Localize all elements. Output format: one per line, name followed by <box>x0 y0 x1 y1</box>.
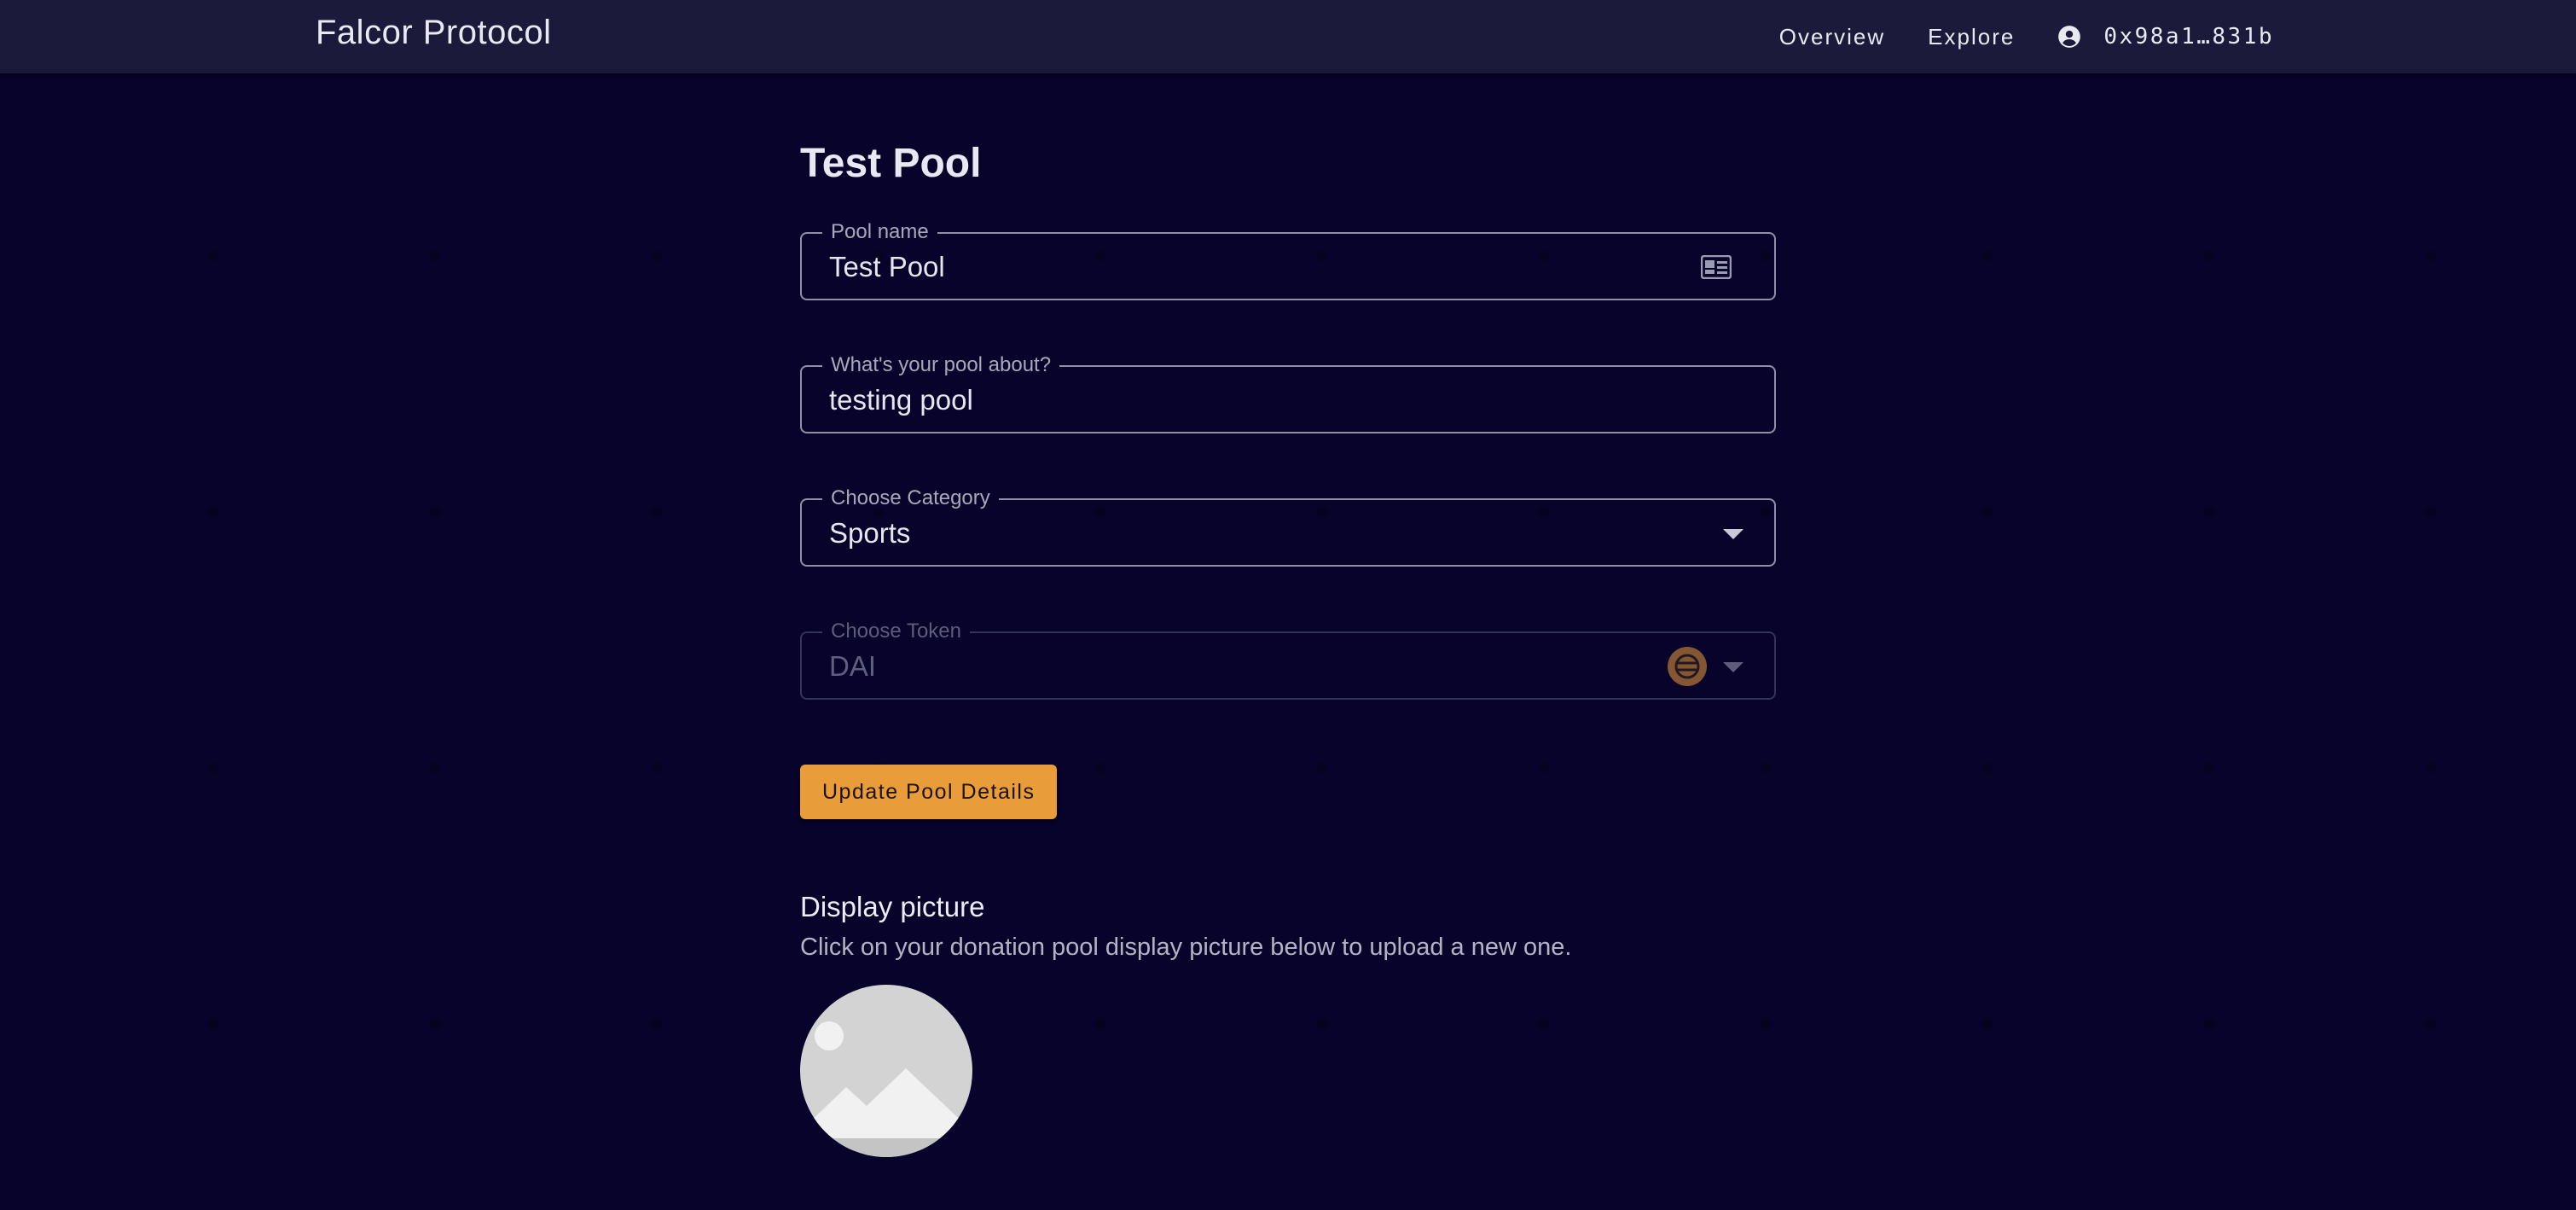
pool-name-field[interactable]: Pool name Test Pool <box>800 221 1776 300</box>
pool-name-label: Pool name <box>822 221 937 243</box>
category-select[interactable]: Choose Category Sports <box>800 487 1776 567</box>
display-picture-heading: Display picture <box>800 891 985 922</box>
account-button[interactable]: 0x98a1…831b <box>2057 24 2274 49</box>
pool-about-label: What's your pool about? <box>822 354 1060 376</box>
page-title: Test Pool <box>800 141 982 186</box>
nav-overview[interactable]: Overview <box>1779 24 1885 50</box>
chevron-down-icon <box>1723 662 1743 672</box>
background-pattern <box>0 0 2576 1210</box>
category-label: Choose Category <box>822 487 999 509</box>
token-label: Choose Token <box>822 620 970 643</box>
account-circle-icon <box>2058 26 2081 48</box>
top-nav: Overview Explore 0x98a1…831b <box>1779 0 2274 73</box>
token-select: Choose Token DAI <box>800 620 1776 700</box>
pool-name-input[interactable]: Test Pool <box>829 251 945 283</box>
update-pool-button[interactable]: Update Pool Details <box>800 765 1058 819</box>
dai-token-icon <box>1668 647 1707 686</box>
account-address: 0x98a1…831b <box>2103 24 2274 49</box>
chevron-down-icon[interactable] <box>1723 529 1743 539</box>
display-picture-placeholder-icon[interactable] <box>800 985 972 1157</box>
pool-about-input[interactable]: testing pool <box>829 384 973 416</box>
id-card-icon <box>1701 255 1732 279</box>
brand-logo-text[interactable]: Falcor Protocol <box>316 14 551 52</box>
token-value: DAI <box>829 650 877 682</box>
nav-explore[interactable]: Explore <box>1928 24 2015 50</box>
category-value: Sports <box>829 517 911 549</box>
pool-about-field[interactable]: What's your pool about? testing pool <box>800 354 1776 433</box>
app-bar: Falcor Protocol Overview Explore 0x98a1…… <box>0 0 2576 73</box>
display-picture-description: Click on your donation pool display pict… <box>800 934 1572 961</box>
